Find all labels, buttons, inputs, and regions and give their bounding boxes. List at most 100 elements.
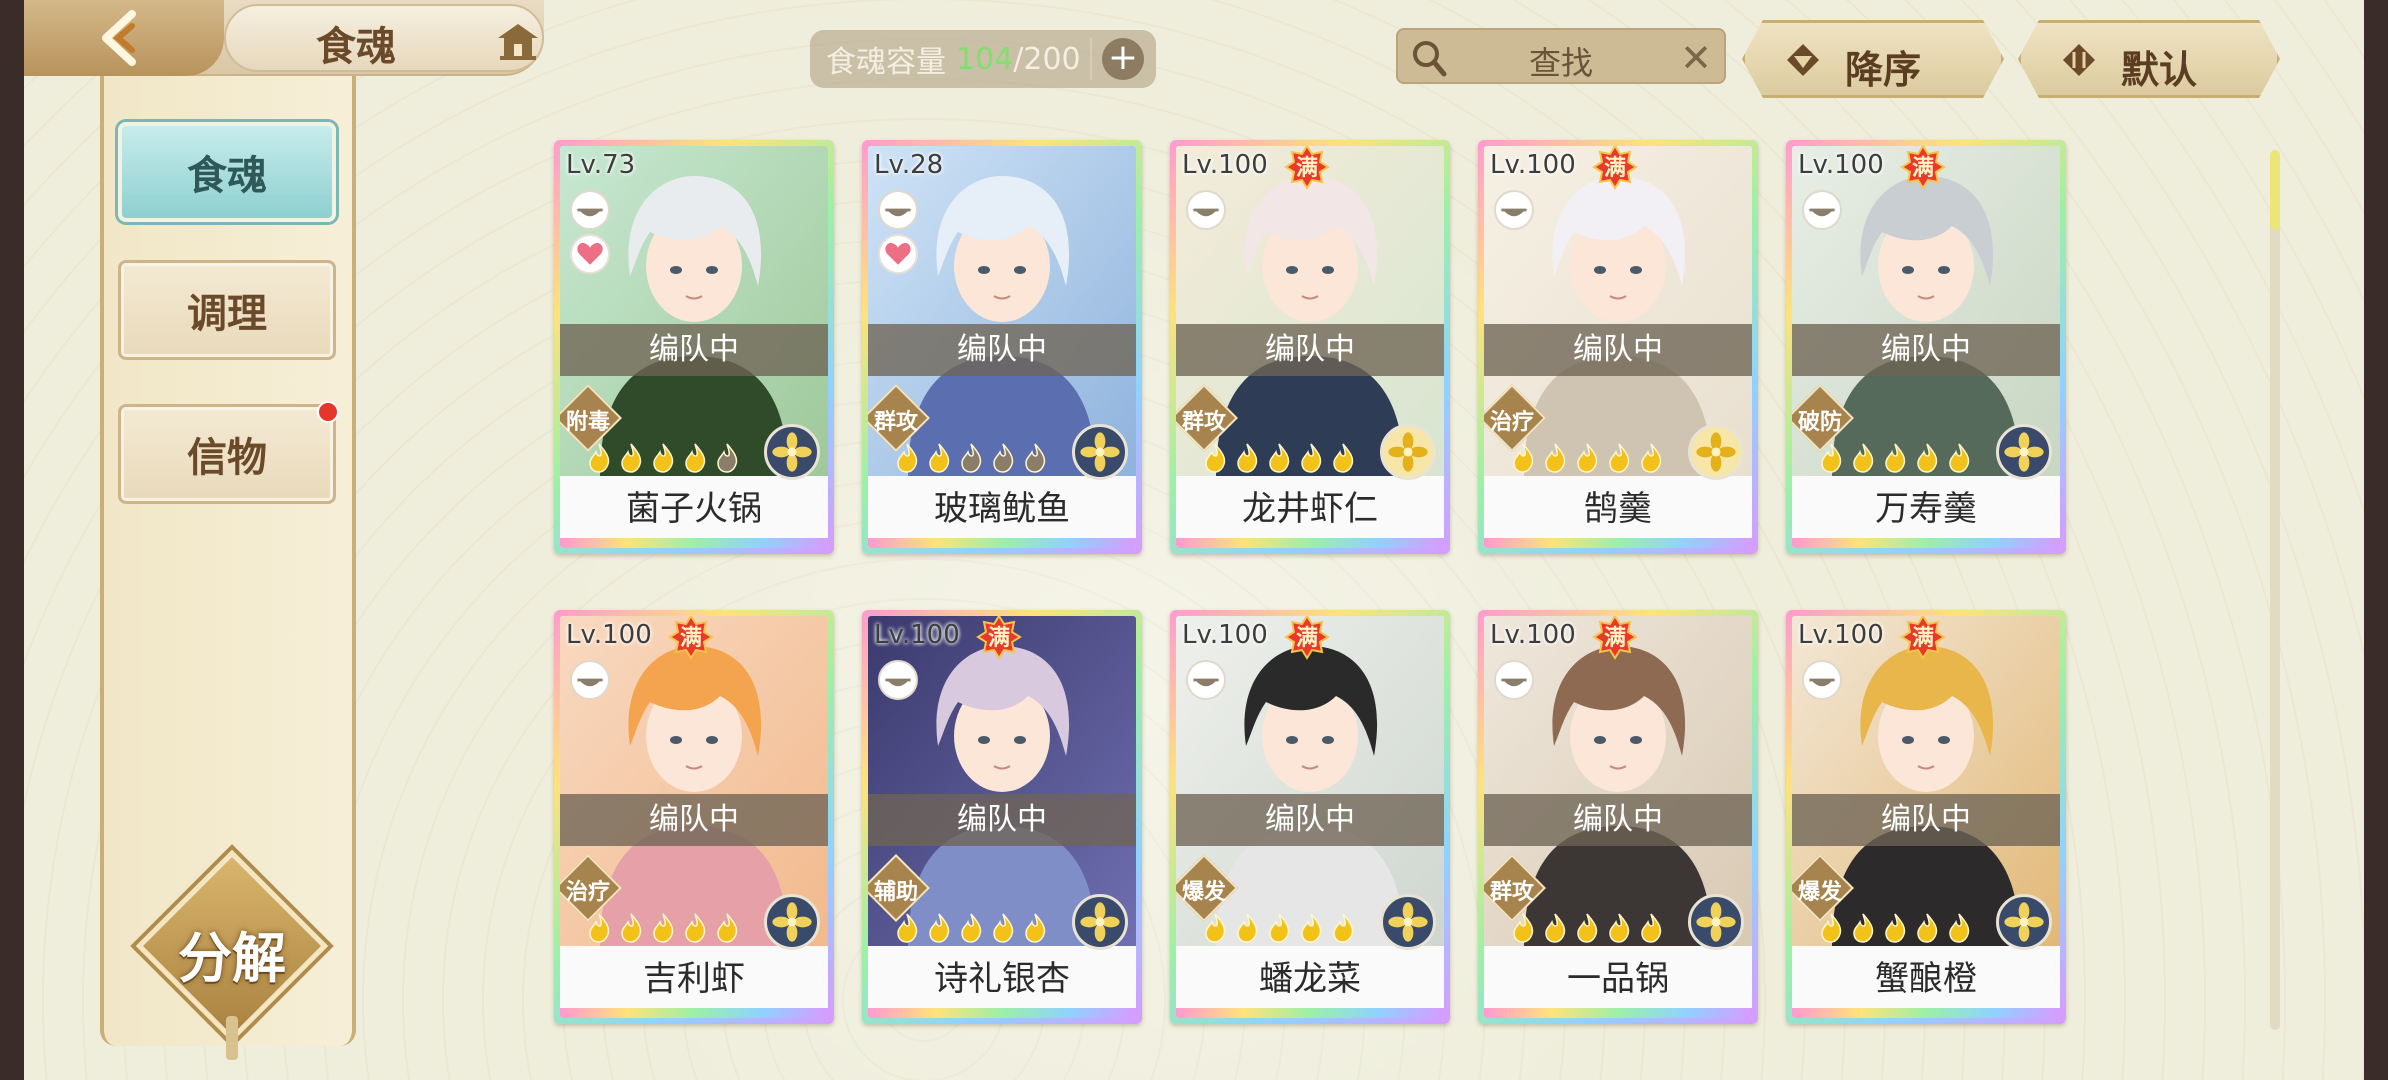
star-flame-icon <box>1917 443 1938 473</box>
food-soul-card[interactable]: Lv.100 满 编队中 治疗 <box>1478 140 1758 554</box>
star-flame-icon <box>1205 913 1226 943</box>
card-rainbow-strip <box>868 1008 1136 1018</box>
food-soul-grid: Lv.73 编队中 附毒 菌子火锅 Lv.28 编队中 群攻 玻璃鱿鱼 Lv.1… <box>554 140 2094 1030</box>
max-level-badge: 满 <box>1900 616 1946 660</box>
food-soul-card[interactable]: Lv.28 编队中 群攻 玻璃鱿鱼 <box>862 140 1142 554</box>
capacity-display: 食魂容量 104 /200 + <box>810 30 1156 88</box>
star-rating <box>1200 912 1358 944</box>
star-flame-icon <box>993 913 1014 943</box>
back-button[interactable] <box>24 0 224 76</box>
star-rating <box>1816 912 1974 944</box>
star-flame-icon <box>897 913 918 943</box>
food-soul-name: 龙井虾仁 <box>1242 489 1378 529</box>
max-level-badge: 满 <box>668 616 714 660</box>
element-flower-icon <box>1688 894 1744 950</box>
sort-swap-icon <box>2063 44 2095 76</box>
level-label: Lv.100 <box>874 620 960 650</box>
food-soul-card[interactable]: Lv.100 满 编队中 爆发 <box>1170 610 1450 1024</box>
food-soul-name: 万寿羹 <box>1875 489 1977 529</box>
card-body: Lv.100 满 编队中 群攻 <box>1484 616 1752 1018</box>
search-placeholder: 查找 <box>1528 44 1593 82</box>
svg-text:满: 满 <box>988 626 1010 651</box>
sort-default-label: 默认 <box>2121 47 2198 92</box>
scrollbar-thumb[interactable] <box>2270 150 2280 230</box>
star-flame-icon <box>1885 913 1906 943</box>
sidebar-item-cooking[interactable]: 调理 <box>118 260 336 360</box>
add-capacity-button[interactable]: + <box>1102 38 1144 80</box>
food-soul-card[interactable]: Lv.100 满 编队中 群攻 <box>1478 610 1758 1024</box>
element-flower-icon <box>1072 894 1128 950</box>
star-flame-icon <box>1949 443 1970 473</box>
card-rainbow-strip <box>868 538 1136 548</box>
element-flower-icon <box>764 424 820 480</box>
food-soul-card[interactable]: Lv.73 编队中 附毒 菌子火锅 <box>554 140 834 554</box>
capacity-divider <box>1090 38 1092 80</box>
star-flame-icon <box>1025 443 1046 473</box>
clear-search-icon[interactable]: ✕ <box>1680 36 1712 80</box>
star-flame-icon <box>1545 913 1566 943</box>
star-rating <box>892 912 1050 944</box>
food-soul-name: 一品锅 <box>1567 959 1669 999</box>
sidebar-item-tokens[interactable]: 信物 <box>118 401 339 504</box>
role-tag-label: 治疗 <box>1489 410 1534 435</box>
star-flame-icon <box>1237 443 1258 473</box>
star-flame-icon <box>653 443 674 473</box>
element-flower-icon <box>1072 424 1128 480</box>
food-soul-card[interactable]: Lv.100 满 编队中 破防 万寿羹 <box>1786 140 2066 554</box>
star-flame-icon <box>961 443 982 473</box>
star-flame-icon <box>621 913 642 943</box>
food-type-icon <box>570 660 610 700</box>
level-label: Lv.100 <box>1490 620 1576 650</box>
food-soul-card[interactable]: Lv.100 满 编队中 爆发 <box>1786 610 2066 1024</box>
card-body: Lv.100 满 编队中 群攻 <box>1176 146 1444 548</box>
level-label: Lv.100 <box>566 620 652 650</box>
search-field[interactable]: 查找 ✕ <box>1396 28 1726 84</box>
star-flame-icon <box>929 443 950 473</box>
food-soul-name: 蟠龙菜 <box>1259 959 1361 999</box>
back-arrow-icon <box>102 10 136 66</box>
max-level-badge: 满 <box>1592 616 1638 660</box>
decompose-button[interactable]: 分解 <box>135 849 329 1060</box>
star-flame-icon <box>897 443 918 473</box>
svg-text:满: 满 <box>1604 156 1626 181</box>
decompose-label: 分解 <box>178 926 286 990</box>
svg-text:满: 满 <box>1604 626 1626 651</box>
game-screen: 食魂 食魂容量 104 /200 + 查找 ✕ 降序 默认 食魂 调理 信物 分… <box>24 0 2364 1080</box>
sort-order-button[interactable]: 降序 <box>1742 20 2004 98</box>
max-level-badge: 满 <box>976 616 1022 660</box>
card-body: Lv.100 满 编队中 治疗 <box>1484 146 1752 548</box>
in-team-ribbon: 编队中 <box>1792 794 2060 846</box>
star-rating <box>1508 442 1666 474</box>
food-type-icon <box>1802 190 1842 230</box>
food-soul-name: 蟹酿橙 <box>1875 959 1977 999</box>
notification-dot <box>317 401 339 423</box>
in-team-ribbon: 编队中 <box>560 794 828 846</box>
max-level-badge: 满 <box>1900 146 1946 190</box>
star-rating <box>1200 442 1358 474</box>
sidebar-item-food-souls[interactable]: 食魂 <box>118 122 336 222</box>
food-soul-card[interactable]: Lv.100 满 编队中 治疗 <box>554 610 834 1024</box>
food-type-icon <box>1186 190 1226 230</box>
card-body: Lv.100 满 编队中 破防 万寿羹 <box>1792 146 2060 548</box>
role-tag-label: 群攻 <box>1489 880 1534 905</box>
food-type-icon <box>1494 190 1534 230</box>
food-soul-name: 菌子火锅 <box>626 489 762 529</box>
star-flame-icon <box>1301 913 1322 943</box>
sort-default-button[interactable]: 默认 <box>2018 20 2280 98</box>
scrollbar[interactable] <box>2270 150 2280 1030</box>
star-flame-icon <box>653 913 674 943</box>
page-title: 食魂 <box>316 23 396 70</box>
element-flower-icon <box>764 894 820 950</box>
food-soul-card[interactable]: Lv.100 满 编队中 辅助 诗礼银杏 <box>862 610 1142 1024</box>
card-body: Lv.100 满 编队中 治疗 <box>560 616 828 1018</box>
star-flame-icon <box>1577 913 1598 943</box>
food-soul-card[interactable]: Lv.100 满 编队中 群攻 <box>1170 140 1450 554</box>
star-flame-icon <box>1545 443 1566 473</box>
sidebar-item-label: 信物 <box>187 434 267 481</box>
favorite-heart-icon[interactable] <box>570 234 610 274</box>
star-flame-icon <box>685 443 706 473</box>
favorite-heart-icon[interactable] <box>878 234 918 274</box>
star-flame-icon <box>717 443 738 473</box>
sort-order-label: 降序 <box>1845 47 1922 92</box>
home-icon[interactable] <box>494 20 542 62</box>
